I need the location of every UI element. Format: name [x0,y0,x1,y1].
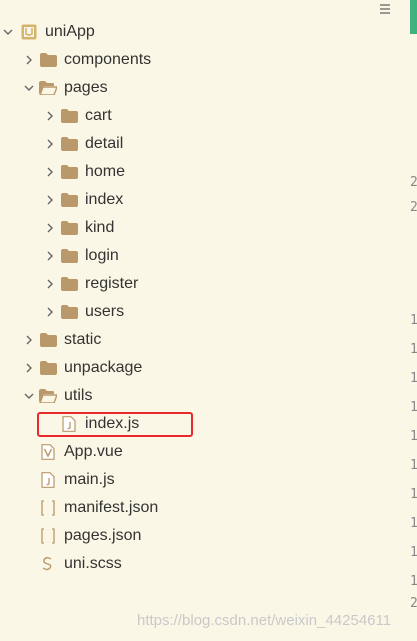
tree-item-label: unpackage [64,359,143,376]
line-number: 1 [410,458,417,473]
line-number: 1 [410,516,417,531]
folder-icon [60,158,78,186]
line-number: 1 [410,429,417,444]
chevron-right-icon[interactable] [21,354,37,382]
chevron-right-icon[interactable] [42,298,58,326]
chevron-right-icon[interactable] [42,186,58,214]
tree-item-uni-scss[interactable]: uni.scss [0,550,400,578]
line-number: 2 [410,596,417,611]
folder-icon [60,270,78,298]
tree-item-home[interactable]: home [0,158,400,186]
line-number: 2 [410,175,417,190]
json-file-icon [39,522,57,550]
tree-item-label: App.vue [64,443,123,460]
tree-item-label: home [85,163,126,180]
tree-item-users[interactable]: users [0,298,400,326]
chevron-right-icon[interactable] [21,46,37,74]
folder-icon [60,186,78,214]
tree-item-label: users [85,303,125,320]
chevron-right-icon[interactable] [21,326,37,354]
folder-icon [60,102,78,130]
scss-file-icon [39,550,57,578]
folder-icon [39,326,57,354]
tree-item-label: cart [85,107,112,124]
tree-item-detail[interactable]: detail [0,130,400,158]
menu-icon[interactable] [378,2,392,14]
folder-open-icon [39,74,57,102]
folder-icon [60,130,78,158]
line-number: 2 [410,200,417,215]
line-number: 1 [410,371,417,386]
tree-item-label: uni.scss [64,555,122,572]
tree-item-label: kind [85,219,115,236]
tree-item-register[interactable]: register [0,270,400,298]
tree-item-components[interactable]: components [0,46,400,74]
json-file-icon [39,494,57,522]
chevron-right-icon[interactable] [42,270,58,298]
project-root-label: uniApp [45,23,95,40]
chevron-right-icon[interactable] [42,130,58,158]
folder-open-icon [39,382,57,410]
chevron-right-icon[interactable] [42,242,58,270]
chevron-right-icon[interactable] [42,158,58,186]
tree-item-label: utils [64,387,93,404]
watermark-text: https://blog.csdn.net/weixin_44254611 [137,612,392,629]
line-number: 1 [410,342,417,357]
tree-item-cart[interactable]: cart [0,102,400,130]
chevron-down-icon[interactable] [21,382,37,410]
tree-item-utils[interactable]: utils [0,382,400,410]
tree-item-label: index [85,191,124,208]
tree-item-login[interactable]: login [0,242,400,270]
line-number: 1 [410,574,417,589]
tree-item-label: register [85,275,139,292]
tree-item-static[interactable]: static [0,326,400,354]
js-file-icon [39,466,57,494]
line-number: 1 [410,545,417,560]
vue-file-icon [39,438,57,466]
chevron-down-icon[interactable] [0,18,16,46]
selection-highlight [37,412,193,437]
folder-icon [39,46,57,74]
tree-item-manifest-json[interactable]: manifest.json [0,494,400,522]
tree-item-label: detail [85,135,124,152]
chevron-right-icon[interactable] [42,102,58,130]
line-number: 1 [410,400,417,415]
tree-item-app-vue[interactable]: App.vue [0,438,400,466]
folder-icon [39,354,57,382]
tree-item-index[interactable]: index [0,186,400,214]
folder-icon [60,214,78,242]
tree-item-pages-json[interactable]: pages.json [0,522,400,550]
chevron-right-icon[interactable] [42,214,58,242]
tree-item-label: login [85,247,119,264]
tree-item-label: static [64,331,102,348]
tree-item-pages[interactable]: pages [0,74,400,102]
line-number: 1 [410,487,417,502]
folder-icon [60,298,78,326]
tree-item-root[interactable]: uniApp [0,18,400,46]
editor-tab-indicator [410,0,417,34]
tree-item-label: pages [64,79,108,96]
tree-item-label: main.js [64,471,115,488]
tree-item-label: manifest.json [64,499,159,516]
tree-item-kind[interactable]: kind [0,214,400,242]
project-icon [20,18,38,46]
tree-item-main-js[interactable]: main.js [0,466,400,494]
project-explorer: uniApp components pages cart detail home inde… [0,0,405,641]
tree-item-unpackage[interactable]: unpackage [0,354,400,382]
chevron-down-icon[interactable] [21,74,37,102]
line-number: 1 [410,313,417,328]
tree-item-label: components [64,51,152,68]
folder-icon [60,242,78,270]
tree-item-label: pages.json [64,527,142,544]
